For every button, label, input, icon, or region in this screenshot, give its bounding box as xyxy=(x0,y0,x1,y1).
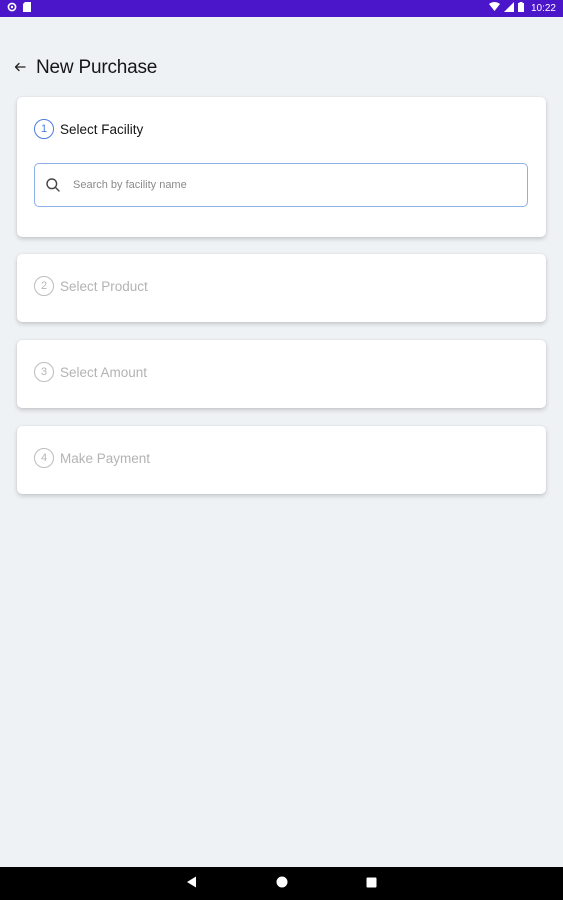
step-header[interactable]: 1 Select Facility xyxy=(34,119,143,139)
nav-recents-button[interactable] xyxy=(327,867,417,900)
step-header: 2 Select Product xyxy=(34,276,148,296)
step-header: 3 Select Amount xyxy=(34,362,147,382)
sd-card-icon xyxy=(23,2,31,15)
recents-square-icon xyxy=(366,875,377,893)
navigation-bar xyxy=(0,867,563,900)
app-header: New Purchase xyxy=(0,50,563,86)
step-label: Select Product xyxy=(60,278,148,294)
nav-home-button[interactable] xyxy=(237,867,327,900)
back-triangle-icon xyxy=(186,875,197,893)
settings-icon xyxy=(7,2,17,15)
status-bar-right: 10:22 xyxy=(488,2,556,15)
step-label: Select Amount xyxy=(60,364,148,380)
arrow-left-icon xyxy=(14,59,26,77)
status-bar: 10:22 xyxy=(0,0,563,17)
signal-icon xyxy=(503,2,514,15)
back-button[interactable] xyxy=(10,58,30,78)
wifi-icon xyxy=(488,2,500,15)
step-number-badge: 4 xyxy=(34,448,54,468)
step-number-badge: 1 xyxy=(34,119,54,139)
search-input[interactable] xyxy=(71,178,495,192)
search-icon xyxy=(45,177,61,193)
step-number-badge: 3 xyxy=(34,362,54,382)
step-label: Select Facility xyxy=(60,121,144,137)
step-card-select-product[interactable]: 2 Select Product xyxy=(17,254,546,322)
step-card-select-amount[interactable]: 3 Select Amount xyxy=(17,340,546,408)
nav-back-button[interactable] xyxy=(147,867,237,900)
step-card-make-payment[interactable]: 4 Make Payment xyxy=(17,426,546,494)
step-label: Make Payment xyxy=(60,450,151,466)
page-title: New Purchase xyxy=(36,57,158,78)
status-bar-left xyxy=(7,2,31,15)
home-circle-icon xyxy=(276,875,288,893)
step-card-select-facility: 1 Select Facility xyxy=(17,97,546,237)
search-field[interactable] xyxy=(34,163,528,207)
step-number-badge: 2 xyxy=(34,276,54,296)
battery-icon xyxy=(517,2,524,15)
status-time: 10:22 xyxy=(530,3,556,14)
step-header: 4 Make Payment xyxy=(34,448,150,468)
